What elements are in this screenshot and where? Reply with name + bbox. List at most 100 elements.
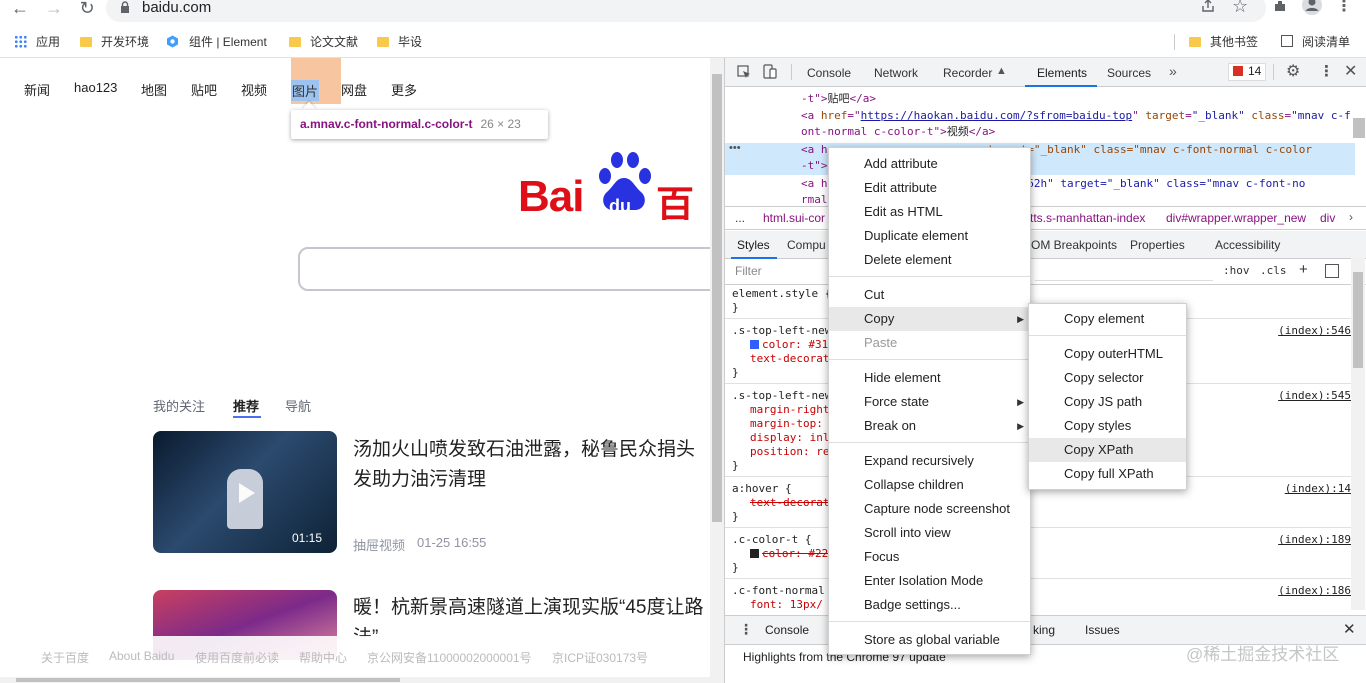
rule-source-link[interactable]: (index):14 — [1285, 482, 1351, 496]
page-scrollbar[interactable] — [710, 58, 724, 683]
profile-avatar-icon[interactable] — [1301, 0, 1323, 16]
styles-scrollbar-thumb[interactable] — [1353, 272, 1363, 368]
page-scrollbar-thumb[interactable] — [712, 74, 722, 522]
menu-copy[interactable]: Copy ▶ — [829, 307, 1030, 331]
menu-duplicate-element[interactable]: Duplicate element — [829, 224, 1030, 248]
new-style-rule-icon[interactable]: + — [1299, 261, 1308, 278]
drawer-tab-issues[interactable]: Issues — [1085, 623, 1120, 637]
menu-force-state[interactable]: Force state ▶ — [829, 390, 1030, 414]
menu-hide-element[interactable]: Hide element — [829, 366, 1030, 390]
share-icon[interactable] — [1200, 0, 1216, 14]
bookmark-star-icon[interactable]: ☆ — [1232, 0, 1248, 17]
color-swatch[interactable] — [750, 340, 759, 349]
toggle-sidebar-icon[interactable] — [1325, 264, 1339, 278]
rule-source-link[interactable]: (index):189 — [1278, 533, 1351, 547]
feed-tab-following[interactable]: 我的关注 — [153, 396, 205, 415]
device-toolbar-icon[interactable] — [763, 64, 777, 80]
menu-copy-outerhtml[interactable]: Copy outerHTML — [1029, 342, 1186, 366]
menu-badge-settings[interactable]: Badge settings... — [829, 593, 1030, 617]
dom-line[interactable]: -t"> — [801, 158, 828, 174]
bookmark-apps[interactable]: 应用 — [14, 33, 60, 50]
menu-cut[interactable]: Cut — [829, 283, 1030, 307]
menu-scroll-into-view[interactable]: Scroll into view — [829, 521, 1030, 545]
menu-copy-xpath[interactable]: Copy XPath — [1029, 438, 1186, 462]
footer-icp[interactable]: 京ICP证030173号 — [552, 649, 648, 666]
rule-source-link[interactable]: (index):545 — [1278, 389, 1351, 403]
menu-paste[interactable]: Paste — [829, 331, 1030, 355]
tab-elements[interactable]: Elements — [1037, 66, 1087, 80]
close-drawer-icon[interactable]: ✕ — [1343, 620, 1356, 638]
footer-help[interactable]: 帮助中心 — [299, 649, 347, 666]
bookmark-element[interactable]: 组件 | Element — [166, 33, 267, 50]
menu-delete-element[interactable]: Delete element — [829, 248, 1030, 272]
topnav-video[interactable]: 视频 — [241, 80, 267, 99]
topnav-tieba[interactable]: 贴吧 — [191, 80, 217, 99]
feed-headline-2[interactable]: 暖！杭新景高速隧道上演现实版“45度让路法” — [353, 593, 713, 637]
forward-icon[interactable]: → — [42, 0, 66, 19]
tab-network[interactable]: Network — [874, 66, 918, 80]
tab-sources[interactable]: Sources — [1107, 66, 1151, 80]
inspect-element-icon[interactable] — [737, 65, 751, 79]
topnav-hao123[interactable]: hao123 — [74, 80, 117, 95]
search-input[interactable] — [298, 247, 724, 291]
color-swatch[interactable] — [750, 549, 759, 558]
dom-line[interactable]: ont-normal c-color-t">视频</a> — [801, 124, 995, 140]
devtools-menu-icon[interactable]: ⋮ — [1319, 62, 1334, 80]
dom-line[interactable]: <a href="https://haokan.baidu.com/?sfrom… — [801, 108, 1351, 124]
drawer-tab-whats-new[interactable]: king — [1033, 623, 1055, 637]
menu-edit-attribute[interactable]: Edit attribute — [829, 176, 1030, 200]
rule-source-link[interactable]: (index):546 — [1278, 324, 1351, 338]
menu-copy-js-path[interactable]: Copy JS path — [1029, 390, 1186, 414]
footer-terms[interactable]: 使用百度前必读 — [195, 649, 279, 666]
feed-tab-recommended[interactable]: 推荐 — [233, 396, 259, 415]
page-hscrollbar[interactable] — [0, 677, 710, 683]
drawer-menu-icon[interactable]: ⋮ — [739, 621, 753, 638]
tab-styles[interactable]: Styles — [737, 238, 770, 252]
topnav-map[interactable]: 地图 — [141, 80, 167, 99]
hov-toggle[interactable]: :hov — [1223, 264, 1250, 277]
browser-menu-icon[interactable]: ⋮ — [1336, 0, 1352, 16]
feed-tab-nav[interactable]: 导航 — [285, 396, 311, 415]
menu-copy-element[interactable]: Copy element — [1029, 307, 1186, 331]
menu-break-on[interactable]: Break on ▶ — [829, 414, 1030, 438]
page-hscrollbar-thumb[interactable] — [16, 678, 400, 682]
dom-line[interactable]: -t">贴吧</a> — [801, 91, 876, 107]
menu-expand-recursively[interactable]: Expand recursively — [829, 449, 1030, 473]
topnav-netdisk[interactable]: 网盘 — [341, 80, 367, 99]
rule-source-link[interactable]: (index):186 — [1278, 584, 1351, 598]
tab-properties[interactable]: Properties — [1130, 238, 1185, 252]
bookmark-dev-env[interactable]: 开发环境 — [80, 33, 149, 50]
style-rule[interactable]: .c-font-normal (index):186 font: 13px/ — [725, 582, 1355, 614]
menu-enter-isolation-mode[interactable]: Enter Isolation Mode — [829, 569, 1030, 593]
footer-about-cn[interactable]: 关于百度 — [41, 649, 89, 666]
footer-about-en[interactable]: About Baidu — [109, 649, 174, 663]
reload-icon[interactable]: ↻ — [75, 0, 99, 19]
menu-store-as-global-variable[interactable]: Store as global variable — [829, 628, 1030, 652]
tab-console[interactable]: Console — [807, 66, 851, 80]
feed-source[interactable]: 抽屉视频 — [353, 535, 405, 554]
breadcrumb-more[interactable]: ... — [735, 211, 745, 225]
breadcrumb-div[interactable]: div — [1320, 211, 1335, 225]
extensions-icon[interactable] — [1272, 0, 1288, 14]
tab-accessibility[interactable]: Accessibility — [1215, 238, 1280, 252]
topnav-images[interactable]: 图片 — [291, 80, 320, 101]
menu-copy-styles[interactable]: Copy styles — [1029, 414, 1186, 438]
bookmark-papers[interactable]: 论文文献 — [289, 33, 358, 50]
error-counter[interactable]: 14 — [1228, 63, 1266, 81]
cls-toggle[interactable]: .cls — [1260, 264, 1287, 277]
breadcrumb-scroll-right-icon[interactable]: › — [1349, 210, 1353, 224]
dom-node-ellipsis[interactable]: ••• — [729, 142, 741, 154]
dom-scrollbar-thumb[interactable] — [1353, 118, 1365, 138]
topnav-news[interactable]: 新闻 — [24, 80, 50, 99]
bookmark-reading-list[interactable]: 阅读清单 — [1281, 33, 1350, 50]
drawer-tab-console[interactable]: Console — [765, 623, 809, 637]
breadcrumb-body[interactable]: tts.s-manhattan-index — [1030, 211, 1145, 225]
breadcrumb-html[interactable]: html.sui-cor — [763, 211, 825, 225]
menu-collapse-children[interactable]: Collapse children — [829, 473, 1030, 497]
feed-thumbnail[interactable]: 01:15 — [153, 431, 337, 553]
styles-filter-input[interactable]: Filter — [735, 264, 762, 278]
feed-headline[interactable]: 汤加火山喷发致石油泄露，秘鲁民众捐头发助力油污清理 — [353, 435, 713, 495]
breadcrumb-wrapper[interactable]: div#wrapper.wrapper_new — [1166, 211, 1306, 225]
tab-recorder[interactable]: Recorder — [943, 66, 992, 80]
settings-gear-icon[interactable]: ⚙ — [1286, 61, 1300, 81]
